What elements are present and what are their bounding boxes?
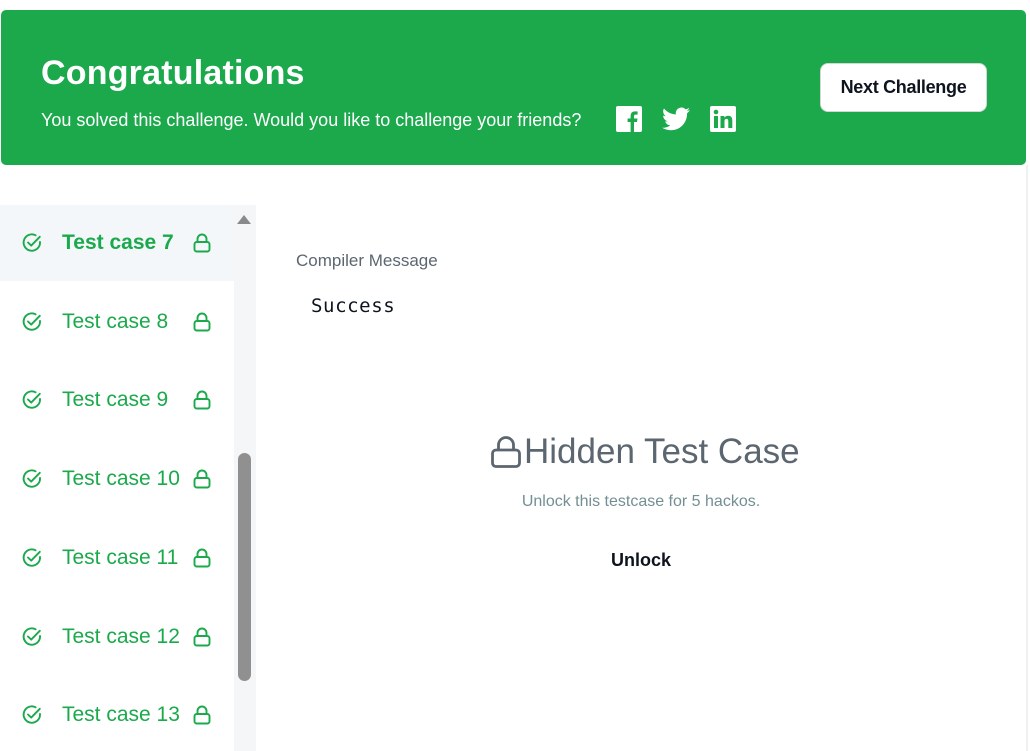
check-circle-icon: [22, 390, 41, 409]
test-case-item-8[interactable]: Test case 8: [0, 284, 234, 360]
check-circle-icon: [22, 548, 41, 567]
test-case-label: Test case 7: [62, 231, 174, 254]
facebook-icon[interactable]: [615, 105, 643, 133]
twitter-icon[interactable]: [662, 105, 690, 133]
lock-icon: [193, 548, 211, 568]
hidden-test-case-title: Hidden Test Case: [524, 432, 800, 471]
next-challenge-button[interactable]: Next Challenge: [820, 63, 987, 112]
lock-icon: [491, 436, 521, 468]
success-banner: Congratulations You solved this challeng…: [1, 10, 1026, 165]
test-case-list: Test case 7 Test case 8 Test case 9 Test…: [0, 205, 256, 751]
compiler-message-label: Compiler Message: [296, 251, 438, 270]
lock-icon: [193, 469, 211, 489]
test-case-item-12[interactable]: Test case 12: [0, 599, 234, 675]
banner-title: Congratulations: [41, 54, 305, 92]
scroll-up-arrow-icon[interactable]: [237, 215, 251, 224]
check-circle-icon: [22, 312, 41, 331]
lock-icon: [193, 627, 211, 647]
lock-icon: [193, 233, 211, 253]
linkedin-icon[interactable]: [709, 105, 737, 133]
lock-icon: [193, 312, 211, 332]
test-case-item-7[interactable]: Test case 7: [0, 205, 234, 281]
sidebar-scrollbar-thumb[interactable]: [238, 453, 251, 681]
test-case-label: Test case 8: [62, 310, 169, 333]
test-case-label: Test case 12: [62, 625, 180, 648]
check-circle-icon: [22, 627, 41, 646]
lock-icon: [193, 390, 211, 410]
test-case-item-13[interactable]: Test case 13: [0, 677, 234, 751]
check-circle-icon: [22, 705, 41, 724]
test-case-label: Test case 10: [62, 467, 180, 490]
check-circle-icon: [22, 233, 41, 252]
page-edge: [1026, 165, 1028, 751]
test-case-item-11[interactable]: Test case 11: [0, 520, 234, 596]
check-circle-icon: [22, 469, 41, 488]
test-case-label: Test case 9: [62, 388, 169, 411]
hidden-test-case-header: Hidden Test Case: [490, 432, 800, 472]
unlock-button[interactable]: Unlock: [596, 544, 686, 576]
test-case-label: Test case 11: [62, 546, 179, 569]
lock-icon: [193, 705, 211, 725]
compiler-message-output: Success: [311, 295, 396, 317]
hidden-test-case-description: Unlock this testcase for 5 hackos.: [521, 493, 761, 510]
test-case-label: Test case 13: [62, 703, 180, 726]
test-case-item-9[interactable]: Test case 9: [0, 362, 234, 438]
banner-subtitle: You solved this challenge. Would you lik…: [41, 110, 582, 130]
